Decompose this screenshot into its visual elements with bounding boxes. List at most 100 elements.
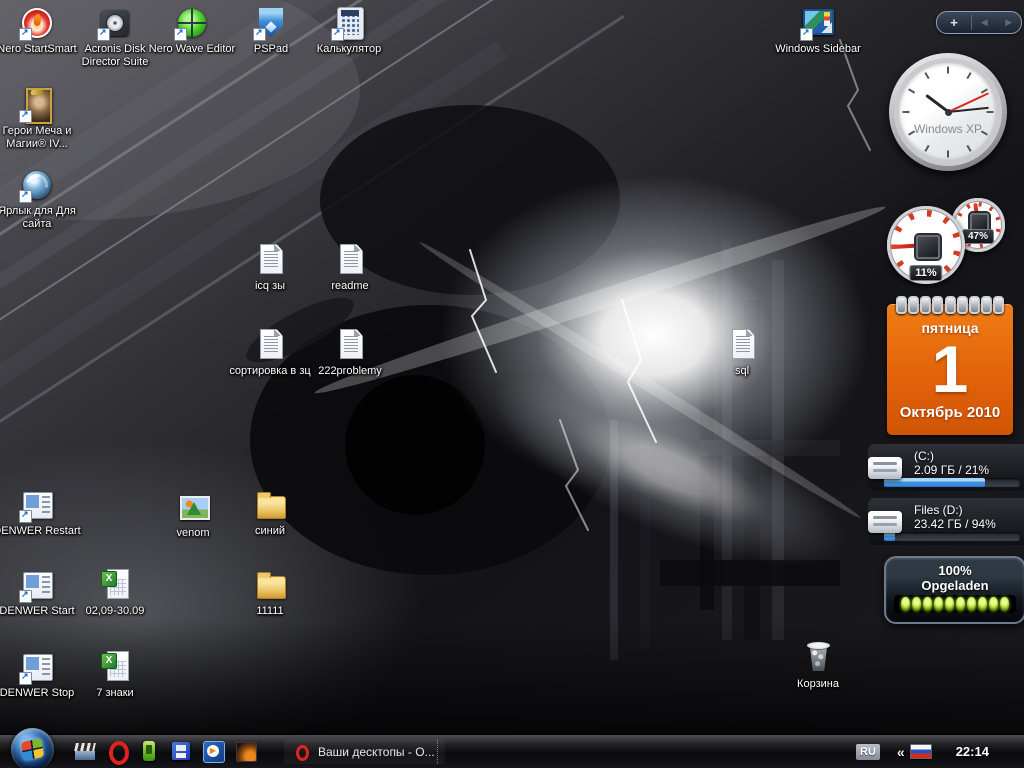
shortcut-arrow-icon [19, 28, 32, 41]
desktop-icon-label: Корзина [773, 678, 863, 691]
battery-cell-led [967, 597, 976, 611]
site-shortcut-icon [20, 168, 54, 202]
desktop-icon-denwer-restart[interactable]: DENWER Restart [0, 488, 82, 538]
start-button[interactable] [11, 728, 54, 768]
heroes-iv-icon [20, 88, 54, 122]
desktop-icon-7-znaki[interactable]: 7 знаки [70, 650, 160, 700]
windows-sidebar-icon [801, 6, 835, 40]
video-editor-icon[interactable] [74, 740, 96, 762]
desktop-icon-pspad[interactable]: PSPad [226, 6, 316, 56]
desktop-icon-label: 11111 [225, 605, 315, 618]
prev-gadgets-button[interactable]: ◀ [972, 13, 997, 32]
clock-face: Windows XP [894, 58, 1002, 166]
drive-d-row[interactable]: Files (D:)23.42 ГБ / 94% [868, 498, 1024, 545]
desktop-icon-site-shortcut[interactable]: Ярлык для Для сайта [0, 168, 82, 231]
calendar-spiral-binding [887, 296, 1013, 311]
collapse-tray-icon[interactable]: « [897, 744, 903, 760]
battery-cell-led [912, 597, 921, 611]
desktop-icon-label: 222problemy [305, 365, 395, 378]
spiral-loop [945, 296, 956, 314]
save-tool-icon[interactable] [170, 740, 192, 762]
shortcut-arrow-icon [19, 590, 32, 603]
spiral-loop [969, 296, 980, 314]
windows-logo-icon [21, 738, 44, 761]
clock-tick [924, 145, 929, 152]
drive-info: Files (D:)23.42 ГБ / 94% [914, 498, 1024, 531]
clock-tick [903, 111, 910, 113]
taskbar-window-button-label: Ваши десктопы - O... [318, 745, 435, 759]
qip-icon[interactable] [138, 740, 160, 762]
desktop-icon-label: sql [697, 365, 787, 378]
desktop-icon-nero-wave-editor[interactable]: Nero Wave Editor [147, 6, 237, 56]
cpu-percent-badge: 11% [909, 265, 942, 281]
readme-icon [333, 243, 367, 277]
shortcut-arrow-icon [800, 28, 813, 41]
clock-tick [924, 72, 929, 79]
11111-folder-icon [253, 568, 287, 602]
battery-cell-led [901, 597, 910, 611]
desktop-icon-label: Герои Меча и Магии® IV... [0, 125, 82, 151]
clock-gadget[interactable]: Windows XP [889, 53, 1007, 171]
desktop-icon-heroes-iv[interactable]: Герои Меча и Магии® IV... [0, 88, 82, 151]
battery-cell-led [956, 597, 965, 611]
desktop-icon-222problemy[interactable]: 222problemy [305, 328, 395, 378]
denwer-stop-icon [20, 650, 54, 684]
desktop-icon-label: Nero Wave Editor [147, 43, 237, 56]
recycle-bin-icon [801, 641, 835, 675]
drive-name: Files (D:) [914, 503, 1024, 517]
spiral-loop [981, 296, 992, 314]
russian-flag-icon[interactable] [910, 744, 932, 759]
desktop-icon-11111-folder[interactable]: 11111 [225, 568, 315, 618]
quick-launch-bar [74, 740, 256, 762]
desktop-icon-excel-0209-3009[interactable]: 02,09-30.09 [70, 568, 160, 618]
clock-tick [947, 151, 949, 158]
taskbar-window-button[interactable]: Ваши десктопы - O... [284, 739, 445, 764]
drive-name: (C:) [914, 449, 1024, 463]
shortcut-arrow-icon [19, 190, 32, 203]
hard-drive-icon [866, 453, 906, 483]
battery-gadget[interactable]: 100% Opgeladen [884, 556, 1024, 624]
desktop-icon-sql[interactable]: sql [697, 328, 787, 378]
acronis-disk-director-icon [98, 6, 132, 40]
opera-icon[interactable] [106, 740, 128, 762]
battery-cell-led [989, 597, 998, 611]
desktop-icon-label: readme [305, 280, 395, 293]
clock-tick [966, 72, 971, 79]
desktop-icon-recycle-bin[interactable]: Корзина [773, 641, 863, 691]
desktop-icon-icq-notes[interactable]: icq зы [225, 243, 315, 293]
drive-c-row[interactable]: (C:)2.09 ГБ / 21% [868, 444, 1024, 491]
nero-wave-editor-icon [175, 6, 209, 40]
clock-center-dot [945, 109, 952, 116]
nero-startsmart-icon [20, 6, 54, 40]
calendar-gadget[interactable]: пятница 1 Октябрь 2010 [887, 296, 1013, 435]
drive-meter-gadget[interactable]: (C:)2.09 ГБ / 21% Files (D:)23.42 ГБ / 94… [868, 444, 1024, 552]
desktop-icon-label: Windows Sidebar [773, 43, 863, 56]
image-viewer-icon[interactable] [234, 740, 256, 762]
clock-tick [987, 111, 994, 113]
pspad-icon [254, 6, 288, 40]
cpu-gauge: 11% [887, 206, 965, 284]
battery-cell-led [1000, 597, 1009, 611]
cpu-meter-gadget[interactable]: 47% 11% [885, 196, 1020, 292]
sidebar-gadget-controls: + ◀ ▶ [936, 11, 1022, 34]
media-player-icon[interactable] [202, 740, 224, 762]
spiral-loop [896, 296, 907, 314]
desktop-icon-siniy-folder[interactable]: синий [225, 488, 315, 538]
next-gadgets-button[interactable]: ▶ [997, 13, 1022, 32]
desktop-icon-sorting[interactable]: сортировка в зц [225, 328, 315, 378]
language-indicator[interactable]: RU [856, 744, 880, 760]
desktop: Nero StartSmartAcronis Disk Director Sui… [0, 0, 1024, 768]
desktop-icon-label: 02,09-30.09 [70, 605, 160, 618]
denwer-start-icon [20, 568, 54, 602]
desktop-icon-readme[interactable]: readme [305, 243, 395, 293]
222problemy-icon [333, 328, 367, 362]
add-gadget-button[interactable]: + [937, 13, 971, 32]
shortcut-arrow-icon [253, 28, 266, 41]
spiral-loop [920, 296, 931, 314]
desktop-icon-windows-sidebar[interactable]: Windows Sidebar [773, 6, 863, 56]
desktop-icon-calculator[interactable]: Калькулятор [304, 6, 394, 56]
shortcut-arrow-icon [331, 28, 344, 41]
calculator-icon [332, 6, 366, 40]
taskbar: Ваши десктопы - O... RU « 22:14 [0, 734, 1024, 768]
shortcut-arrow-icon [97, 28, 110, 41]
